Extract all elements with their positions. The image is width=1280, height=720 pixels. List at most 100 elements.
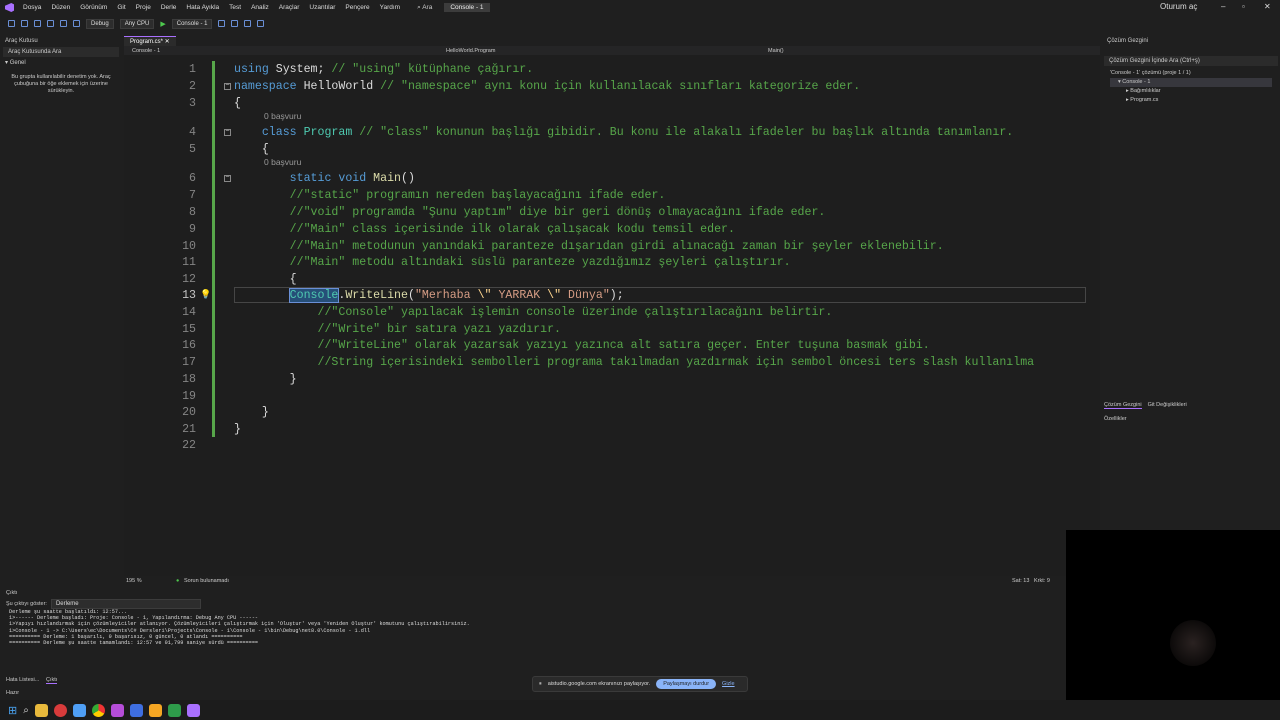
line-number: 8: [189, 206, 196, 219]
signin-link[interactable]: Oturum aç: [1160, 2, 1197, 11]
menu-item-gorunum[interactable]: Görünüm: [75, 4, 112, 11]
code-line[interactable]: 7 //"static" programın nereden başlayaca…: [124, 187, 1100, 204]
open-icon[interactable]: [34, 20, 41, 27]
code-line[interactable]: 12 {: [124, 271, 1100, 288]
visual-studio-taskbar-icon[interactable]: [186, 703, 200, 717]
tree-program-cs[interactable]: ▸ Program.cs: [1110, 96, 1272, 105]
save-all-icon[interactable]: [60, 20, 67, 27]
opera-icon[interactable]: [53, 703, 67, 717]
windows-start-icon[interactable]: ⊞: [8, 704, 17, 717]
stop-sharing-button[interactable]: Paylaşmayı durdur: [656, 679, 717, 689]
output-source-dropdown[interactable]: Derleme: [50, 598, 201, 609]
code-line[interactable]: 1 using System; // "using" kütüphane çağı…: [124, 61, 1100, 78]
back-icon[interactable]: [8, 20, 15, 27]
menu-item-duzen[interactable]: Düzen: [46, 4, 75, 11]
code-line[interactable]: 8 //"void" programda "Şunu yaptım" diye …: [124, 204, 1100, 221]
tree-project[interactable]: ▾ Console - 1: [1110, 78, 1272, 87]
file-explorer-icon[interactable]: [34, 703, 48, 717]
chrome-icon[interactable]: [91, 703, 105, 717]
vscode-icon[interactable]: [72, 703, 86, 717]
code-line[interactable]: 6 − static void Main(): [124, 170, 1100, 187]
code-token: Dünya": [561, 289, 610, 302]
platform-dropdown[interactable]: Any CPU: [119, 18, 155, 29]
code-line[interactable]: 21}: [124, 421, 1100, 438]
run-icon[interactable]: ▶: [160, 20, 165, 28]
tree-solution[interactable]: 'Console - 1' çözümü (proje 1 / 1): [1110, 69, 1272, 78]
code-token: WriteLine: [345, 289, 408, 302]
tree-dependencies[interactable]: ▸ Bağımlılıklar: [1110, 87, 1272, 96]
spreadsheet-icon[interactable]: [167, 703, 181, 717]
tab-output[interactable]: Çıktı: [46, 677, 58, 684]
tab-program-cs[interactable]: Program.cs* ✕: [124, 36, 176, 46]
code-line[interactable]: 11 //"Main" metodu altındaki süslü paran…: [124, 254, 1100, 271]
tab-error-list[interactable]: Hata Listesi...: [6, 677, 39, 683]
code-line[interactable]: 16 //"WriteLine" olarak yazarsak yazıyı …: [124, 337, 1100, 354]
fold-toggle-icon[interactable]: −: [224, 175, 231, 182]
hide-share-bar-link[interactable]: Gizle: [722, 681, 735, 687]
app-icon-2[interactable]: [129, 703, 143, 717]
code-line[interactable]: 9 //"Main" class içerisinde ilk olarak ç…: [124, 221, 1100, 238]
maximize-icon[interactable]: ▫: [1242, 2, 1245, 11]
code-token: }: [234, 423, 241, 436]
fold-toggle-icon[interactable]: −: [224, 83, 231, 90]
app-icon[interactable]: [110, 703, 124, 717]
taskbar-search-icon[interactable]: ⌕: [23, 705, 29, 716]
format-icon[interactable]: [231, 20, 239, 27]
menu-item-yardim[interactable]: Yardım: [375, 4, 405, 11]
code-token: static void: [289, 172, 374, 185]
nav-project-dropdown[interactable]: Console - 1: [124, 48, 446, 54]
menu-item-hata-ayikla[interactable]: Hata Ayıkla: [181, 4, 224, 11]
toolbox-search[interactable]: Araç Kutusunda Ara: [3, 47, 119, 57]
lightbulb-icon[interactable]: 💡: [200, 287, 211, 304]
menu-item-git[interactable]: Git: [112, 4, 130, 11]
menu-item-derle[interactable]: Derle: [156, 4, 182, 11]
close-icon[interactable]: ✕: [1264, 2, 1271, 11]
code-text: //"Main" class içerisinde ilk olarak çal…: [234, 221, 735, 238]
code-line[interactable]: 2 − namespace HelloWorld // "namespace" ay…: [124, 78, 1100, 95]
run-target-button[interactable]: Console - 1: [171, 18, 213, 29]
save-icon[interactable]: [47, 20, 54, 27]
menu-item-test[interactable]: Test: [224, 4, 246, 11]
code-line[interactable]: 22: [124, 437, 1100, 454]
solution-search[interactable]: Çözüm Gezgini İçinde Ara (Ctrl+ş): [1104, 56, 1278, 66]
code-line[interactable]: 💡 13 Console.WriteLine("Merhaba \" YARRAK…: [124, 287, 1100, 304]
menu-item-pencere[interactable]: Pençere: [340, 4, 374, 11]
line-number: 7: [189, 189, 196, 202]
toolbox-group-general[interactable]: ▾ Genel: [0, 58, 122, 68]
bookmark-icon[interactable]: [257, 20, 265, 27]
nav-member-dropdown[interactable]: Main(): [768, 48, 784, 54]
menu-item-dosya[interactable]: Dosya: [18, 4, 46, 11]
code-line[interactable]: 17 //String içerisindeki sembolleri prog…: [124, 354, 1100, 371]
comment-icon[interactable]: [244, 20, 252, 27]
tab-git-changes[interactable]: Git Değişiklikleri: [1148, 402, 1187, 409]
menu-item-araclar[interactable]: Araçlar: [274, 4, 305, 11]
code-line[interactable]: 18 }: [124, 371, 1100, 388]
code-line[interactable]: 20 }: [124, 404, 1100, 421]
config-dropdown[interactable]: Debug: [86, 18, 114, 29]
menu-item-proje[interactable]: Proje: [131, 4, 156, 11]
code-line[interactable]: 15 //"Write" bir satıra yazı yazdırır.: [124, 321, 1100, 338]
zoom-level[interactable]: 195 %: [126, 578, 142, 584]
fold-toggle-icon[interactable]: −: [224, 129, 231, 136]
code-line[interactable]: 4 − class Program // "class" konunun başl…: [124, 124, 1100, 141]
nav-class-dropdown[interactable]: HelloWorld.Program: [446, 48, 768, 54]
issues-status[interactable]: Sorun bulunamadı: [184, 578, 229, 584]
global-search[interactable]: ⌕ Ara: [411, 3, 438, 13]
code-line[interactable]: 14 //"Console" yapılacak işlemin console…: [124, 304, 1100, 321]
hot-reload-icon[interactable]: [218, 20, 226, 27]
code-line[interactable]: 10 //"Main" metodunun yanındaki parantez…: [124, 238, 1100, 255]
new-project-icon[interactable]: [21, 20, 28, 27]
menu-item-uzantilar[interactable]: Uzantılar: [304, 4, 340, 11]
undo-icon[interactable]: [73, 20, 80, 27]
tab-solution-explorer[interactable]: Çözüm Gezgini: [1104, 402, 1142, 409]
minimize-icon[interactable]: –: [1221, 2, 1225, 11]
menu-item-analiz[interactable]: Analiz: [246, 4, 274, 11]
code-line[interactable]: 5 {: [124, 141, 1100, 158]
code-line[interactable]: 3{: [124, 95, 1100, 112]
code-line[interactable]: 19: [124, 388, 1100, 405]
vlc-icon[interactable]: [148, 703, 162, 717]
line-number: 22: [182, 439, 196, 452]
